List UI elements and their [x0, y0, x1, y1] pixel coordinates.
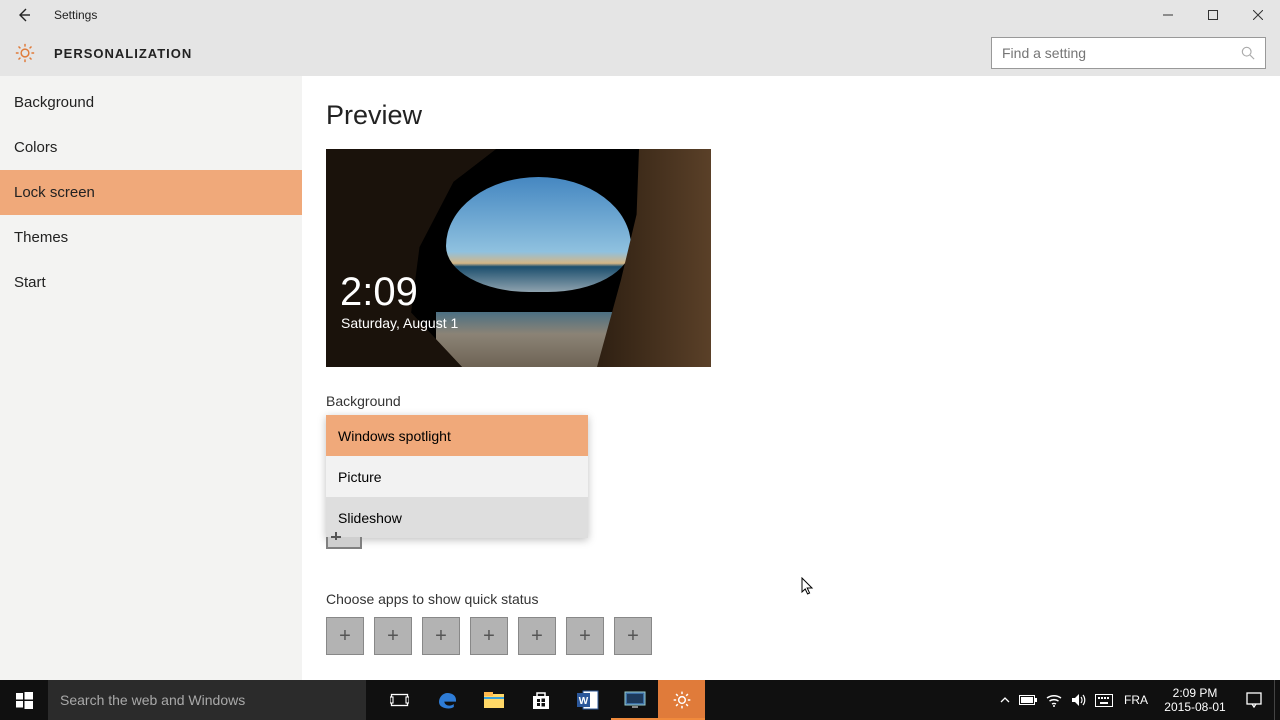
background-option-picture[interactable]: Picture — [326, 456, 588, 497]
option-label: Picture — [338, 469, 382, 485]
window-controls — [1145, 0, 1280, 30]
category-title: PERSONALIZATION — [54, 46, 192, 61]
action-center-button[interactable] — [1234, 680, 1274, 720]
edge-icon — [436, 689, 458, 711]
tray-volume[interactable] — [1071, 693, 1086, 707]
background-dropdown[interactable]: Windows spotlight Picture Slideshow — [326, 415, 588, 538]
taskbar-app-explorer[interactable] — [470, 680, 517, 720]
gear-white-icon — [672, 690, 692, 710]
quick-status-slot[interactable]: + — [422, 617, 460, 655]
task-view-icon — [390, 693, 409, 708]
clock-time: 2:09 PM — [1173, 686, 1218, 700]
search-box[interactable] — [991, 37, 1266, 69]
tray-wifi[interactable] — [1046, 694, 1062, 707]
folder-icon — [483, 691, 505, 709]
keyboard-icon — [1095, 694, 1113, 707]
taskbar-app-store[interactable] — [517, 680, 564, 720]
wifi-icon — [1046, 694, 1062, 707]
sidebar-item-themes[interactable]: Themes — [0, 215, 302, 260]
tray-keyboard[interactable] — [1095, 694, 1113, 707]
maximize-button[interactable] — [1190, 0, 1235, 30]
taskbar-search-placeholder: Search the web and Windows — [60, 692, 245, 708]
quick-status-slot[interactable]: + — [518, 617, 556, 655]
show-desktop-button[interactable] — [1274, 680, 1280, 720]
preview-date: Saturday, August 1 — [341, 315, 458, 331]
taskbar-app-word[interactable]: W — [564, 680, 611, 720]
settings-body: Background Colors Lock screen Themes Sta… — [0, 76, 1280, 680]
chevron-up-icon — [1000, 695, 1010, 705]
option-label: Slideshow — [338, 510, 402, 526]
quick-status-slot[interactable]: + — [326, 617, 364, 655]
page-heading: Preview — [326, 100, 1256, 131]
main-pane: Preview 2:09 Saturday, August 1 Backgrou… — [302, 76, 1280, 680]
sidebar-item-label: Start — [14, 274, 46, 291]
preview-sky — [446, 177, 631, 292]
sidebar-item-start[interactable]: Start — [0, 260, 302, 305]
preview-time: 2:09 — [340, 270, 418, 315]
sidebar: Background Colors Lock screen Themes Sta… — [0, 76, 302, 680]
title-bar: Settings — [0, 0, 1280, 30]
windows-logo-icon — [16, 692, 33, 709]
tray-overflow-button[interactable] — [1000, 695, 1010, 705]
tray-language[interactable]: FRA — [1122, 693, 1150, 707]
taskbar-app-settings[interactable] — [658, 680, 705, 720]
monitor-icon — [624, 691, 646, 709]
quick-status-slot[interactable]: + — [374, 617, 412, 655]
sidebar-item-colors[interactable]: Colors — [0, 125, 302, 170]
window-title: Settings — [54, 8, 97, 22]
speaker-icon — [1071, 693, 1086, 707]
taskbar-search[interactable]: Search the web and Windows — [48, 680, 366, 720]
option-label: Windows spotlight — [338, 428, 451, 444]
word-icon: W — [577, 690, 599, 710]
gear-icon — [14, 42, 36, 64]
search-icon — [1241, 46, 1255, 60]
taskbar: Search the web and Windows W FRA 2:09 PM… — [0, 680, 1280, 720]
system-tray: FRA — [994, 680, 1156, 720]
search-input[interactable] — [1002, 45, 1241, 61]
battery-icon — [1019, 695, 1037, 706]
sidebar-item-label: Themes — [14, 229, 68, 246]
background-option-slideshow[interactable]: Slideshow — [326, 497, 588, 538]
sidebar-item-label: Background — [14, 94, 94, 111]
tray-battery[interactable] — [1019, 695, 1037, 706]
back-button[interactable] — [10, 1, 38, 29]
taskbar-app-screenrec[interactable] — [611, 680, 658, 720]
sidebar-item-lock-screen[interactable]: Lock screen — [0, 170, 302, 215]
sidebar-item-label: Lock screen — [14, 184, 95, 201]
clock-date: 2015-08-01 — [1164, 700, 1225, 714]
svg-text:W: W — [578, 696, 588, 707]
close-button[interactable] — [1235, 0, 1280, 30]
quick-status-tiles: + + + + + + + — [326, 617, 1256, 655]
quick-status-slot[interactable]: + — [566, 617, 604, 655]
taskbar-clock[interactable]: 2:09 PM 2015-08-01 — [1156, 680, 1234, 720]
notification-icon — [1246, 692, 1262, 708]
sidebar-item-background[interactable]: Background — [0, 80, 302, 125]
task-view-button[interactable] — [376, 680, 423, 720]
quick-status-label: Choose apps to show quick status — [326, 591, 1256, 607]
settings-header: PERSONALIZATION — [0, 30, 1280, 76]
store-icon — [531, 690, 551, 710]
lockscreen-preview: 2:09 Saturday, August 1 — [326, 149, 711, 367]
background-label: Background — [326, 393, 1256, 409]
obscured-tile[interactable] — [326, 537, 362, 549]
background-option-spotlight[interactable]: Windows spotlight — [326, 415, 588, 456]
taskbar-app-edge[interactable] — [423, 680, 470, 720]
arrow-left-icon — [16, 7, 32, 23]
minimize-button[interactable] — [1145, 0, 1190, 30]
sidebar-item-label: Colors — [14, 139, 57, 156]
quick-status-slot[interactable]: + — [614, 617, 652, 655]
start-button[interactable] — [0, 680, 48, 720]
quick-status-slot[interactable]: + — [470, 617, 508, 655]
